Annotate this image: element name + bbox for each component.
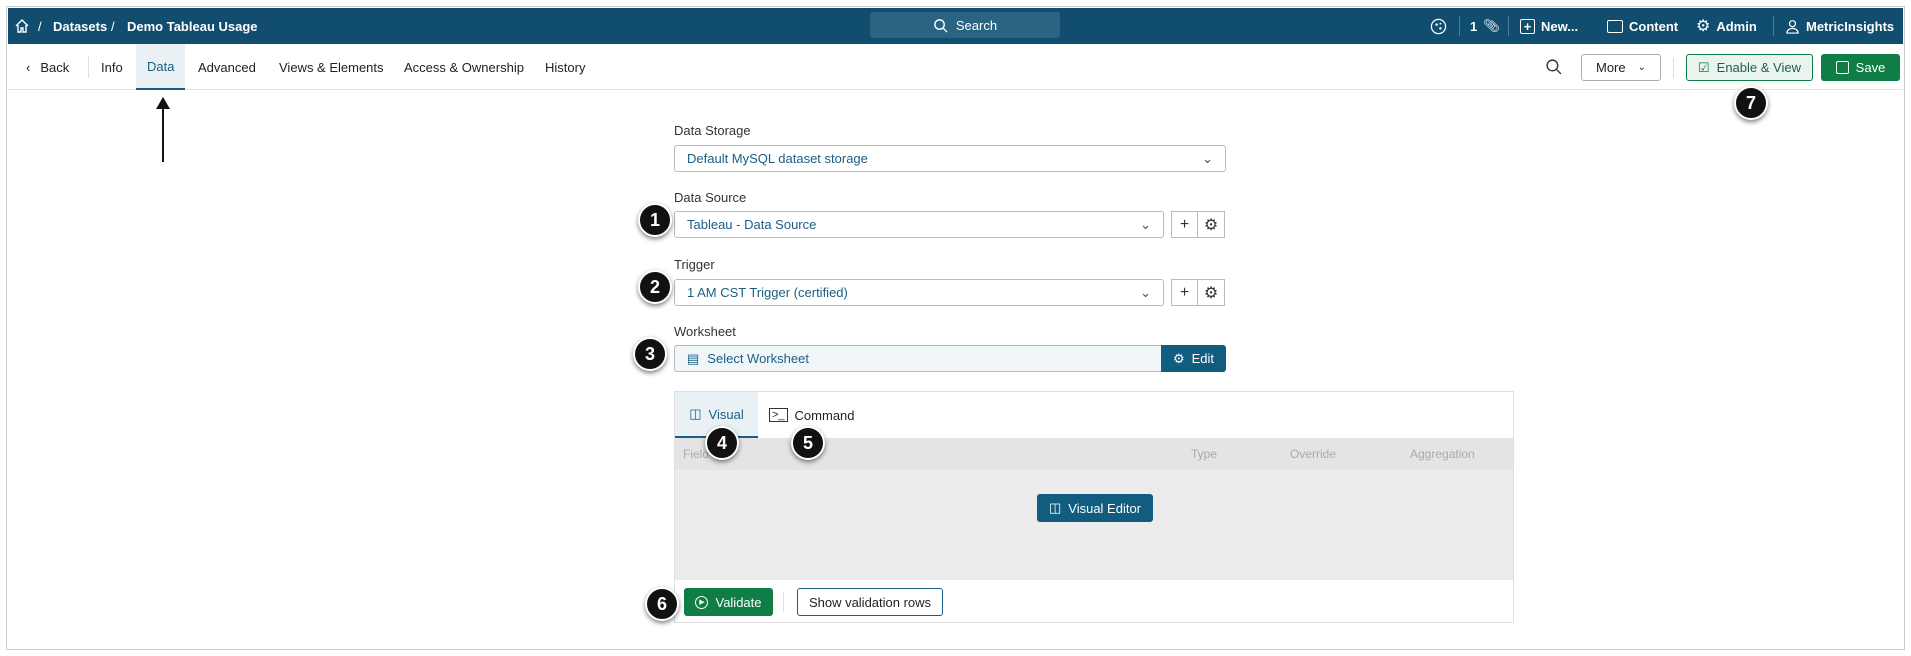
tab-data[interactable]: Data	[136, 44, 186, 90]
save-button[interactable]: Save	[1821, 54, 1900, 81]
folder-icon	[1607, 19, 1623, 33]
chevron-left-icon: ‹	[26, 59, 31, 75]
data-source-settings-button[interactable]: ⚙	[1198, 211, 1225, 238]
table-icon: ◫	[689, 406, 702, 421]
back-label: Back	[40, 59, 70, 75]
col-field: Field	[683, 447, 710, 461]
col-override: Override	[1290, 447, 1337, 461]
new-button[interactable]: + New...	[1520, 8, 1578, 44]
show-validation-rows-button[interactable]: Show validation rows	[797, 588, 943, 616]
breadcrumb-current: Demo Tableau Usage	[127, 18, 258, 34]
paperclip-icon: 📎︎	[1483, 18, 1500, 33]
tab-views-elements[interactable]: Views & Elements	[279, 44, 384, 90]
tab-access-ownership[interactable]: Access & Ownership	[404, 44, 524, 90]
query-panel: ◫ Visual >_ Command Field Type Override Ag…	[674, 391, 1514, 623]
plus-square-icon: +	[1520, 18, 1535, 34]
admin-label: Admin	[1716, 18, 1757, 34]
more-button[interactable]: More ⌄	[1581, 54, 1661, 81]
visual-editor-button[interactable]: ◫ Visual Editor	[1037, 494, 1153, 522]
worksheet-select[interactable]: ▤ Select Worksheet	[674, 345, 1162, 372]
nav-tabs: ‹ Back Info Data Advanced Views & Element…	[8, 44, 1903, 90]
breadcrumb-sep: /	[111, 18, 115, 34]
more-label: More	[1595, 60, 1626, 75]
table-icon: ◫	[1048, 500, 1062, 515]
ai-icon[interactable]	[1430, 8, 1447, 44]
data-storage-value: Default MySQL dataset storage	[687, 151, 868, 166]
data-source-value: Tableau - Data Source	[687, 217, 817, 232]
floppy-icon	[1835, 61, 1849, 74]
worksheet-label: Worksheet	[674, 324, 736, 339]
attachments-count: 1	[1470, 18, 1478, 34]
content-button[interactable]: Content	[1607, 8, 1678, 44]
new-label: New...	[1541, 18, 1579, 34]
marker-6: 6	[645, 587, 679, 621]
marker-2: 2	[638, 270, 672, 304]
plus-icon: +	[1179, 283, 1190, 301]
user-menu[interactable]: MetricInsights	[1785, 8, 1894, 44]
back-button[interactable]: ‹ Back	[26, 44, 69, 90]
trigger-label: Trigger	[674, 257, 715, 272]
top-bar: / Datasets / Demo Tableau Usage Search 1…	[8, 8, 1903, 44]
trigger-value: 1 AM CST Trigger (certified)	[687, 285, 848, 300]
enable-view-button[interactable]: ☑ Enable & View	[1686, 54, 1813, 81]
col-aggregation: Aggregation	[1410, 447, 1475, 461]
plus-icon: +	[1179, 215, 1190, 233]
tab-info[interactable]: Info	[101, 44, 123, 90]
worksheet-edit-button[interactable]: ⚙ Edit	[1161, 345, 1226, 372]
gear-icon: ⚙	[1203, 216, 1219, 234]
breadcrumb-sep: /	[38, 18, 42, 34]
trigger-select[interactable]: 1 AM CST Trigger (certified) ⌄	[674, 279, 1164, 306]
marker-5: 5	[791, 426, 825, 460]
marker-3: 3	[633, 337, 667, 371]
arrow-head	[156, 97, 170, 109]
chevron-down-icon: ⌄	[1637, 62, 1646, 73]
trigger-settings-button[interactable]: ⚙	[1198, 279, 1225, 306]
search-button[interactable]: Search	[870, 12, 1060, 38]
add-data-source-button[interactable]: +	[1171, 211, 1198, 238]
search-icon[interactable]	[1545, 58, 1562, 78]
search-icon	[934, 18, 948, 33]
enable-view-label: Enable & View	[1716, 60, 1801, 75]
add-trigger-button[interactable]: +	[1171, 279, 1198, 306]
marker-1: 1	[638, 203, 672, 237]
command-label: Command	[794, 407, 855, 423]
attachments-button[interactable]: 1 📎︎	[1470, 8, 1500, 44]
col-type: Type	[1191, 447, 1218, 461]
checkbox-icon: ☑	[1698, 59, 1710, 75]
validate-label: Validate	[715, 594, 762, 610]
terminal-icon: >_	[769, 408, 788, 422]
chevron-down-icon: ⌄	[1202, 150, 1213, 166]
worksheet-icon: ▤	[687, 350, 700, 366]
search-label: Search	[955, 17, 998, 33]
worksheet-value: Select Worksheet	[707, 351, 809, 366]
save-label: Save	[1855, 60, 1886, 75]
marker-4: 4	[705, 426, 739, 460]
tab-advanced[interactable]: Advanced	[198, 44, 256, 90]
gear-icon: ⚙	[1696, 18, 1711, 35]
home-icon[interactable]	[14, 8, 30, 44]
admin-button[interactable]: ⚙ Admin	[1696, 8, 1757, 44]
breadcrumb-datasets[interactable]: Datasets	[53, 8, 107, 44]
chevron-down-icon: ⌄	[1140, 284, 1151, 300]
edit-label: Edit	[1191, 351, 1215, 366]
play-circle-icon: ▶	[695, 595, 709, 609]
fields-body	[675, 470, 1513, 580]
content-label: Content	[1629, 18, 1679, 34]
user-label: MetricInsights	[1806, 18, 1895, 34]
data-storage-label: Data Storage	[674, 123, 751, 138]
tab-history[interactable]: History	[545, 44, 585, 90]
user-icon	[1786, 19, 1799, 34]
visual-editor-label: Visual Editor	[1068, 500, 1142, 516]
validate-button[interactable]: ▶ Validate	[684, 588, 773, 616]
data-source-label: Data Source	[674, 190, 747, 205]
marker-7: 7	[1734, 86, 1768, 120]
visual-label: Visual	[708, 406, 744, 422]
data-source-select[interactable]: Tableau - Data Source ⌄	[674, 211, 1164, 238]
gear-icon: ⚙	[1203, 284, 1219, 302]
chevron-down-icon: ⌄	[1140, 216, 1151, 232]
gear-icon: ⚙	[1172, 350, 1185, 366]
data-storage-select[interactable]: Default MySQL dataset storage ⌄	[674, 145, 1226, 172]
